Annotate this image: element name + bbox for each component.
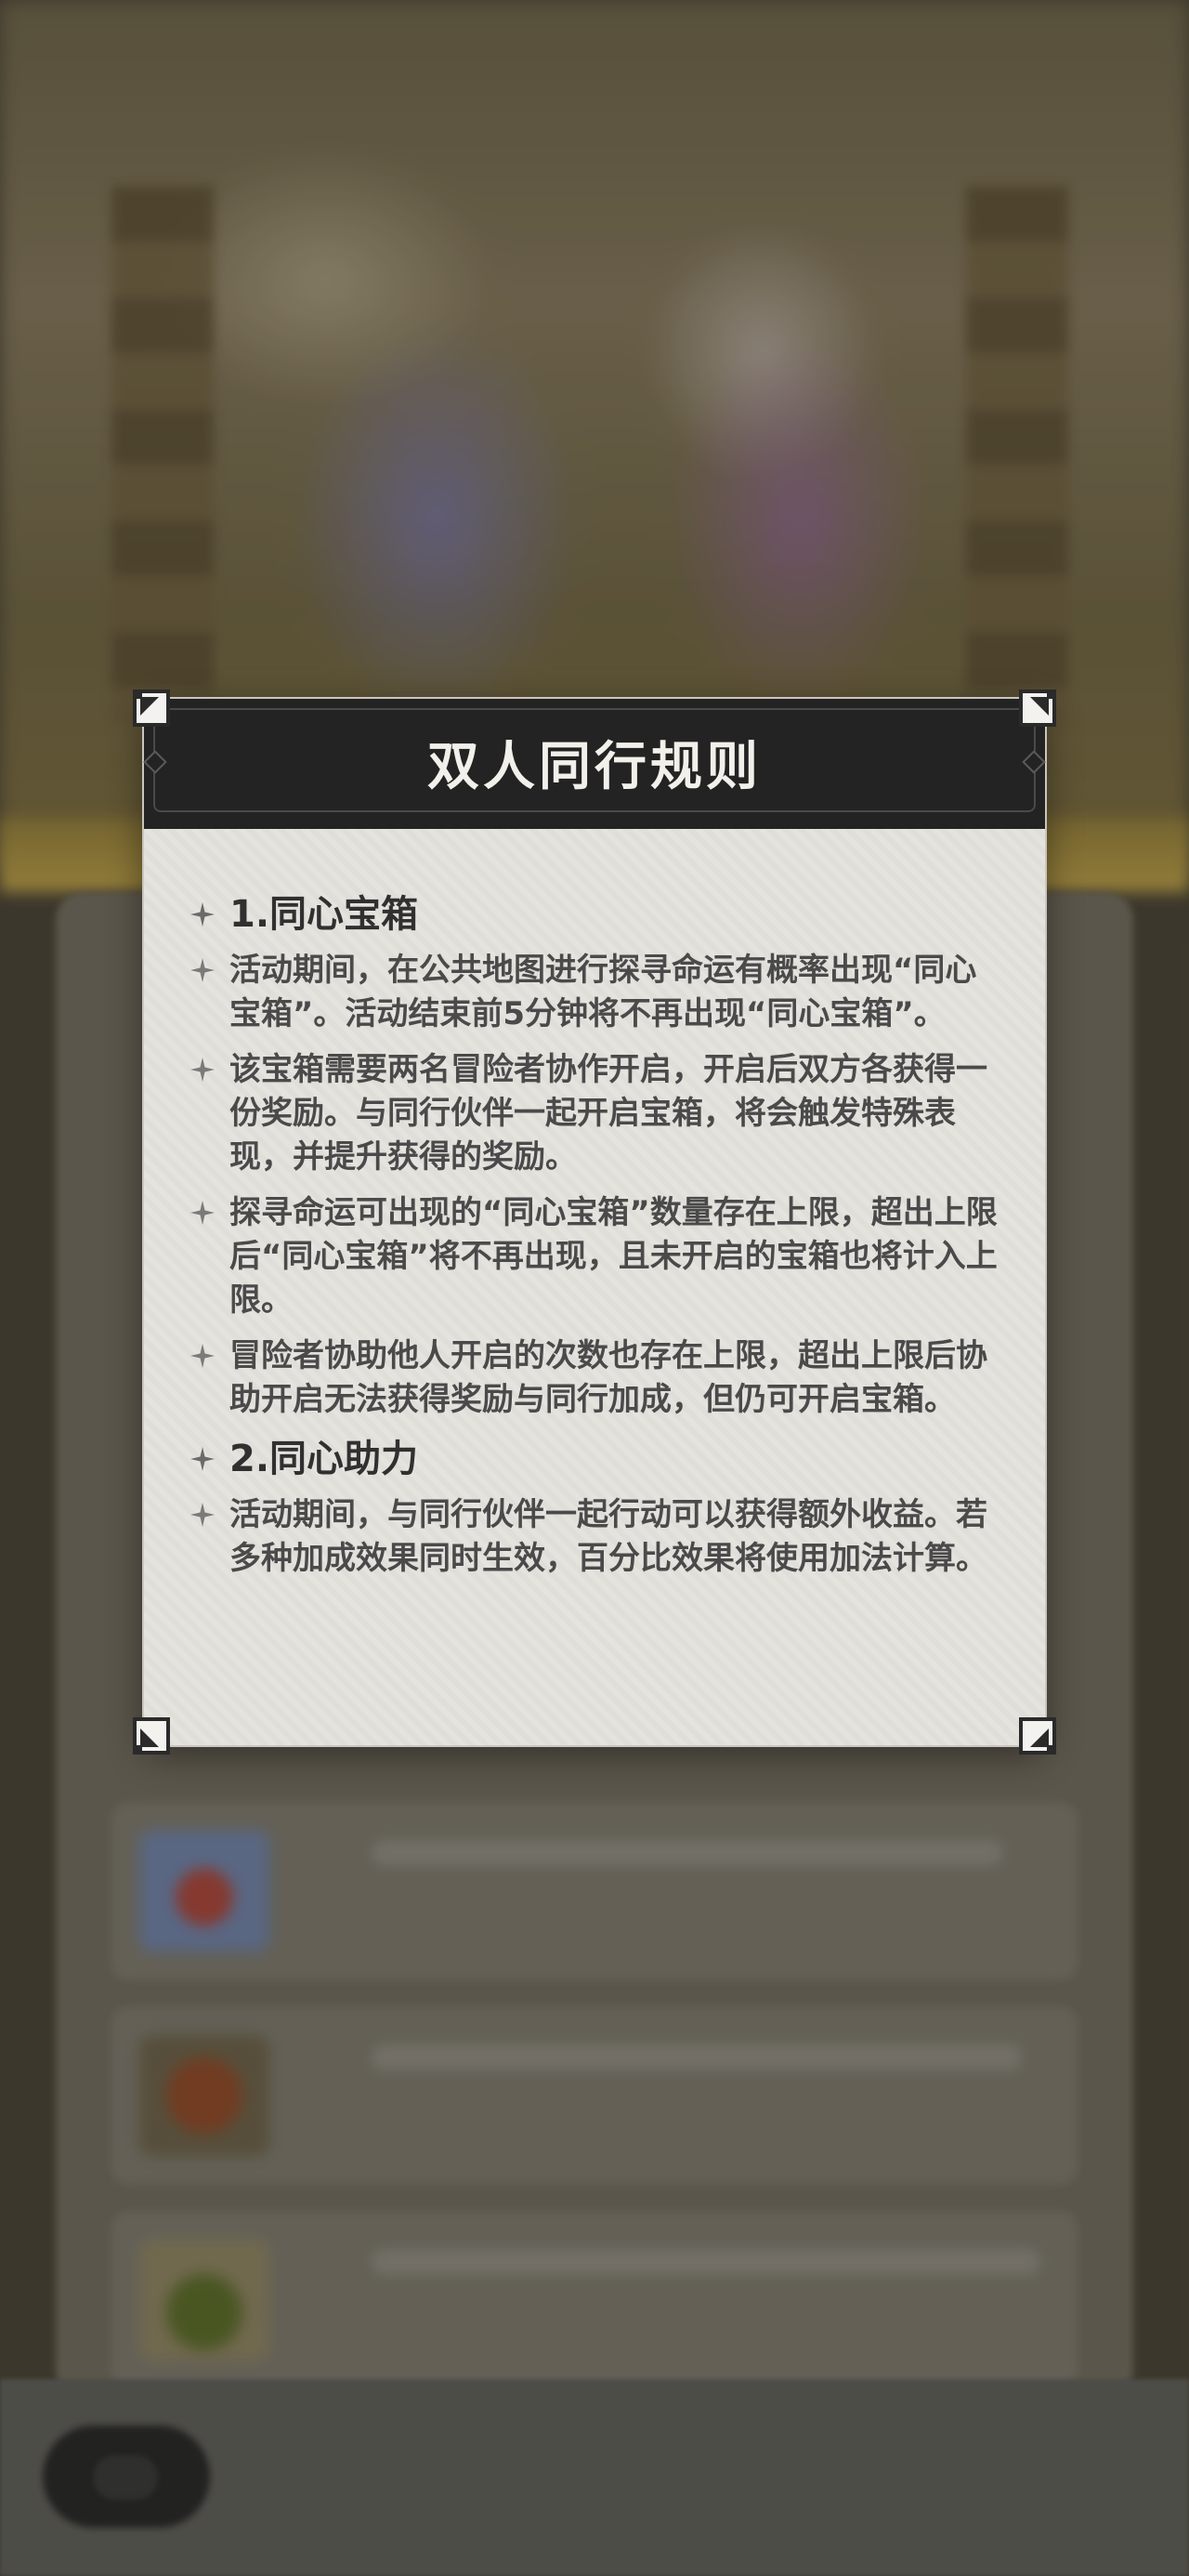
rule-paragraph-text: 该宝箱需要两名冒险者协作开启，开启后双方各获得一份奖励。与同行伙伴一起开启宝箱，… (229, 1051, 987, 1176)
sparkle-star-icon (189, 900, 216, 928)
ornate-corner-icon (1017, 1715, 1058, 1756)
rule-paragraph-text: 活动期间，在公共地图进行探寻命运有概率出现“同心宝箱”。活动结束前5分钟将不再出… (229, 952, 977, 1032)
section-heading: 2.同心助力 (189, 1434, 1008, 1484)
dialog-title: 双人同行规则 (427, 737, 762, 797)
rules-dialog: 双人同行规则 1.同心宝箱 活动期间，在公共地图进行探寻命运有概率出现“同心宝箱… (133, 690, 1056, 1755)
sparkle-star-icon (189, 1199, 216, 1227)
ornate-corner-icon (1017, 688, 1058, 729)
rule-paragraph: 活动期间，与同行伙伴一起行动可以获得额外收益。若多种加成效果同时生效，百分比效果… (189, 1493, 1008, 1581)
sparkle-star-icon (189, 1056, 216, 1084)
ornate-corner-icon (131, 688, 172, 729)
section-heading-text: 1.同心宝箱 (229, 893, 419, 936)
rules-content[interactable]: 1.同心宝箱 活动期间，在公共地图进行探寻命运有概率出现“同心宝箱”。活动结束前… (189, 889, 1008, 1593)
rule-paragraph-text: 活动期间，与同行伙伴一起行动可以获得额外收益。若多种加成效果同时生效，百分比效果… (229, 1496, 987, 1577)
rule-paragraph-text: 冒险者协助他人开启的次数也存在上限，超出上限后协助开启无法获得奖励与同行加成，但… (229, 1337, 987, 1418)
sparkle-star-icon (189, 1342, 216, 1370)
rule-paragraph: 探寻命运可出现的“同心宝箱”数量存在上限，超出上限后“同心宝箱”将不再出现，且未… (189, 1191, 1008, 1322)
section-heading: 1.同心宝箱 (189, 889, 1008, 940)
rule-paragraph: 活动期间，在公共地图进行探寻命运有概率出现“同心宝箱”。活动结束前5分钟将不再出… (189, 949, 1008, 1036)
rule-paragraph: 该宝箱需要两名冒险者协作开启，开启后双方各获得一份奖励。与同行伙伴一起开启宝箱，… (189, 1048, 1008, 1179)
sparkle-star-icon (189, 956, 216, 984)
sparkle-star-icon (189, 1501, 216, 1529)
rule-paragraph-text: 探寻命运可出现的“同心宝箱”数量存在上限，超出上限后“同心宝箱”将不再出现，且未… (229, 1194, 998, 1319)
rule-paragraph: 冒险者协助他人开启的次数也存在上限，超出上限后协助开启无法获得奖励与同行加成，但… (189, 1334, 1008, 1422)
section-heading-text: 2.同心助力 (229, 1438, 419, 1480)
ornate-corner-icon (131, 1715, 172, 1756)
dialog-header: 双人同行规则 (144, 699, 1045, 829)
sparkle-star-icon (189, 1445, 216, 1473)
